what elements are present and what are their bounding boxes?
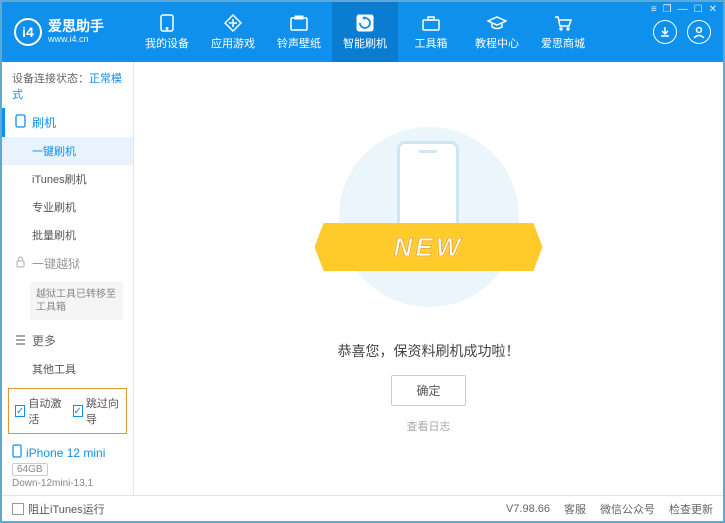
brand-name: 爱思助手 xyxy=(48,19,104,34)
check-update-link[interactable]: 检查更新 xyxy=(669,501,713,517)
top-tabs: 我的设备 应用游戏 铃声壁纸 智能刷机 工具箱 教程中心 xyxy=(134,2,641,62)
ok-button[interactable]: 确定 xyxy=(391,375,465,406)
brand-logo-icon: i4 xyxy=(14,18,42,46)
device-model: Down-12mini-13,1 xyxy=(12,478,123,489)
checkbox-empty-icon xyxy=(12,503,24,515)
window-controls: ≡ ❐ — ☐ ✕ xyxy=(651,4,717,15)
sidebar: 设备连接状态：正常模式 刷机 一键刷机 iTunes刷机 专业刷机 批量刷机 一… xyxy=(2,62,134,495)
tab-apps-games[interactable]: 应用游戏 xyxy=(200,2,266,62)
success-illustration: NEW xyxy=(319,123,539,323)
new-banner-text: NEW xyxy=(394,232,464,263)
brand: i4 爱思助手 www.i4.cn xyxy=(2,2,134,62)
main: 设备连接状态：正常模式 刷机 一键刷机 iTunes刷机 专业刷机 批量刷机 一… xyxy=(2,62,723,495)
device-info: iPhone 12 mini 64GB Down-12mini-13,1 xyxy=(2,438,133,495)
list-icon xyxy=(15,334,26,348)
checkbox-skip-guide[interactable]: ✓ 跳过向导 xyxy=(73,395,121,427)
lock-icon xyxy=(15,256,26,271)
user-button[interactable] xyxy=(687,20,711,44)
sidebar-section-jailbreak[interactable]: 一键越狱 xyxy=(2,249,133,278)
tab-smart-flash[interactable]: 智能刷机 xyxy=(332,2,398,62)
wechat-link[interactable]: 微信公众号 xyxy=(600,501,655,517)
sidebar-item-other-tools[interactable]: 其他工具 xyxy=(2,355,133,383)
app-window: ≡ ❐ — ☐ ✕ i4 爱思助手 www.i4.cn 我的设备 应用游戏 铃声 xyxy=(0,0,725,523)
footer: 阻止iTunes运行 V7.98.66 客服 微信公众号 检查更新 xyxy=(2,495,723,521)
tab-ringtones-wallpapers[interactable]: 铃声壁纸 xyxy=(266,2,332,62)
minimize-button[interactable]: — xyxy=(678,4,688,15)
menu-icon[interactable]: ≡ xyxy=(651,4,657,15)
checkbox-block-itunes[interactable]: 阻止iTunes运行 xyxy=(12,501,105,517)
brand-url: www.i4.cn xyxy=(48,35,104,45)
check-icon: ✓ xyxy=(15,405,25,417)
close-button[interactable]: ✕ xyxy=(709,4,717,15)
maximize-button[interactable]: ☐ xyxy=(694,4,703,15)
skin-icon[interactable]: ❐ xyxy=(663,4,672,15)
check-icon: ✓ xyxy=(73,405,83,417)
refresh-icon xyxy=(355,14,375,32)
folder-icon xyxy=(289,14,309,32)
tab-tutorial-center[interactable]: 教程中心 xyxy=(464,2,530,62)
toolbox-icon xyxy=(421,14,441,32)
checkbox-auto-activate[interactable]: ✓ 自动激活 xyxy=(15,395,63,427)
sidebar-item-download-firmware[interactable]: 下载固件 xyxy=(2,383,133,384)
sidebar-section-flash[interactable]: 刷机 xyxy=(2,108,133,137)
tab-store[interactable]: 爱思商城 xyxy=(530,2,596,62)
sidebar-item-itunes-flash[interactable]: iTunes刷机 xyxy=(2,165,133,193)
sidebar-item-oneclick-flash[interactable]: 一键刷机 xyxy=(2,137,133,165)
customer-service-link[interactable]: 客服 xyxy=(564,501,586,517)
tab-my-device[interactable]: 我的设备 xyxy=(134,2,200,62)
content-area: NEW 恭喜您，保资料刷机成功啦！ 确定 查看日志 xyxy=(134,62,723,495)
success-message: 恭喜您，保资料刷机成功啦！ xyxy=(338,341,520,361)
cart-icon xyxy=(553,14,573,32)
device-capacity: 64GB xyxy=(12,463,48,476)
phone-icon xyxy=(12,444,22,461)
sidebar-item-pro-flash[interactable]: 专业刷机 xyxy=(2,193,133,221)
sidebar-item-batch-flash[interactable]: 批量刷机 xyxy=(2,221,133,249)
view-log-link[interactable]: 查看日志 xyxy=(407,418,451,434)
jailbreak-note: 越狱工具已转移至工具箱 xyxy=(30,282,123,320)
checkbox-highlight-row: ✓ 自动激活 ✓ 跳过向导 xyxy=(8,388,127,434)
device-name[interactable]: iPhone 12 mini xyxy=(12,444,123,461)
phone-icon xyxy=(15,114,26,131)
sidebar-section-more[interactable]: 更多 xyxy=(2,326,133,355)
graduation-icon xyxy=(487,14,507,32)
connection-status: 设备连接状态：正常模式 xyxy=(2,62,133,108)
phone-icon xyxy=(157,14,177,32)
download-button[interactable] xyxy=(653,20,677,44)
apps-icon xyxy=(223,14,243,32)
version-label: V7.98.66 xyxy=(506,503,550,515)
header: i4 爱思助手 www.i4.cn 我的设备 应用游戏 铃声壁纸 智能刷机 xyxy=(2,2,723,62)
tab-toolbox[interactable]: 工具箱 xyxy=(398,2,464,62)
